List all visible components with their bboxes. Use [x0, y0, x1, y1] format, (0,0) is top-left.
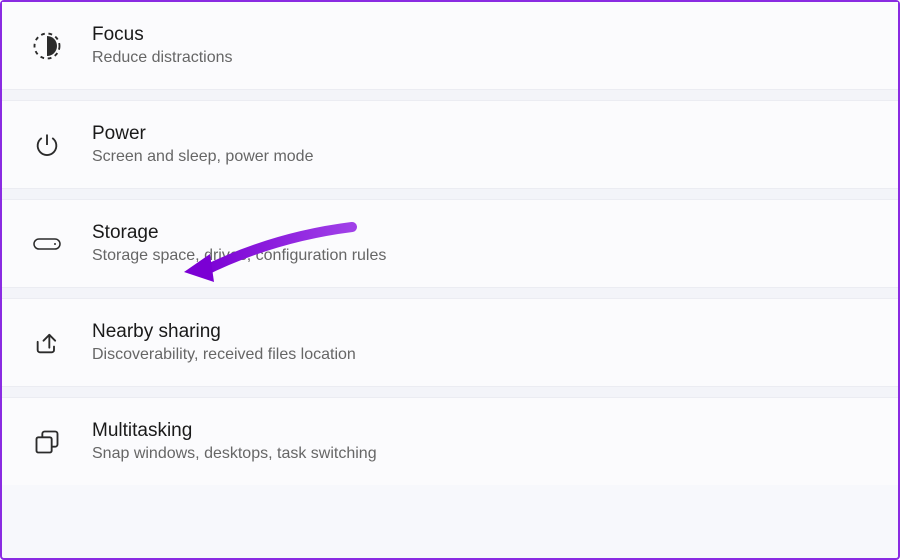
settings-item-text: Nearby sharing Discoverability, received… — [92, 321, 356, 364]
divider — [2, 188, 898, 200]
divider — [2, 287, 898, 299]
settings-item-nearby-sharing[interactable]: Nearby sharing Discoverability, received… — [2, 299, 898, 386]
settings-item-title: Multitasking — [92, 420, 377, 442]
settings-item-text: Power Screen and sleep, power mode — [92, 123, 313, 166]
settings-item-subtitle: Discoverability, received files location — [92, 346, 356, 364]
focus-icon — [30, 29, 64, 63]
settings-item-subtitle: Snap windows, desktops, task switching — [92, 445, 377, 463]
share-icon — [30, 326, 64, 360]
settings-item-subtitle: Screen and sleep, power mode — [92, 148, 313, 166]
settings-item-multitasking[interactable]: Multitasking Snap windows, desktops, tas… — [2, 398, 898, 485]
settings-item-title: Nearby sharing — [92, 321, 356, 343]
divider — [2, 89, 898, 101]
settings-item-power[interactable]: Power Screen and sleep, power mode — [2, 101, 898, 188]
settings-list: Focus Reduce distractions Power Screen a… — [2, 2, 898, 485]
divider — [2, 386, 898, 398]
settings-item-title: Storage — [92, 222, 386, 244]
settings-item-subtitle: Reduce distractions — [92, 49, 233, 67]
settings-item-focus[interactable]: Focus Reduce distractions — [2, 2, 898, 89]
storage-icon — [30, 227, 64, 261]
settings-item-storage[interactable]: Storage Storage space, drives, configura… — [2, 200, 898, 287]
settings-item-text: Focus Reduce distractions — [92, 24, 233, 67]
settings-item-title: Focus — [92, 24, 233, 46]
multitask-icon — [30, 425, 64, 459]
power-icon — [30, 128, 64, 162]
settings-item-subtitle: Storage space, drives, configuration rul… — [92, 247, 386, 265]
settings-item-text: Multitasking Snap windows, desktops, tas… — [92, 420, 377, 463]
settings-item-text: Storage Storage space, drives, configura… — [92, 222, 386, 265]
settings-item-title: Power — [92, 123, 313, 145]
